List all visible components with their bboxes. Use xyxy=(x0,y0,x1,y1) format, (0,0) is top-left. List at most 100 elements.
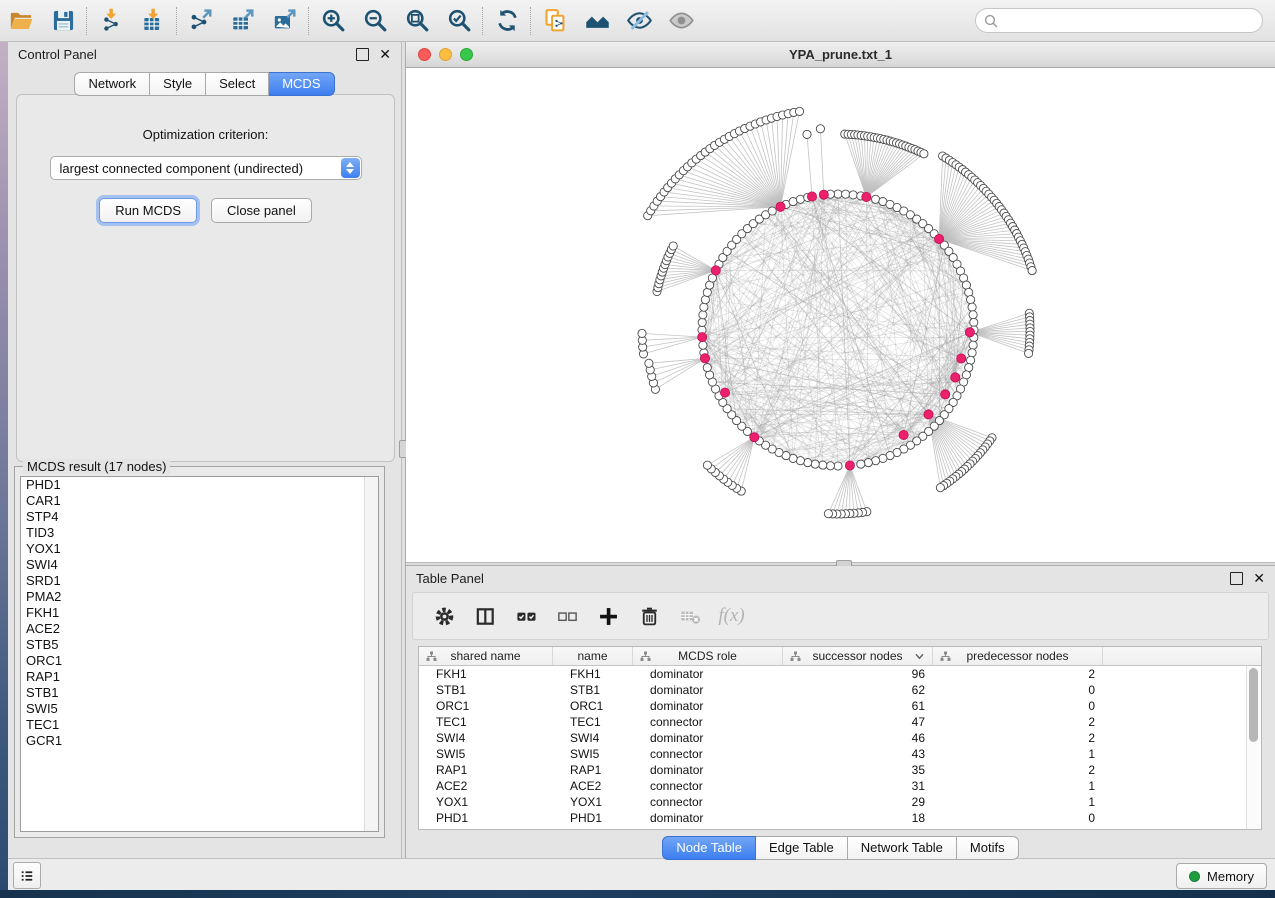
mcds-result-item[interactable]: PMA2 xyxy=(21,589,378,605)
table-cell[interactable]: 2 xyxy=(933,731,1103,745)
table-cell[interactable]: FKH1 xyxy=(553,667,633,681)
table-cell[interactable]: dominator xyxy=(633,683,783,697)
graph-node[interactable] xyxy=(803,130,811,138)
table-cell[interactable]: 1 xyxy=(933,747,1103,761)
tab-network-table[interactable]: Network Table xyxy=(848,836,957,860)
graph-dominator-node[interactable] xyxy=(700,354,709,363)
refresh-icon[interactable] xyxy=(486,0,528,42)
table-cell[interactable]: dominator xyxy=(633,763,783,777)
graph-dominator-node[interactable] xyxy=(750,433,759,442)
table-cell[interactable]: SWI5 xyxy=(419,747,553,761)
first-neighbors-icon[interactable] xyxy=(576,0,618,42)
optimization-criterion-select[interactable]: largest connected component (undirected) xyxy=(50,156,362,180)
graph-node[interactable] xyxy=(969,341,977,349)
table-cell[interactable]: 31 xyxy=(783,779,933,793)
table-row[interactable]: PHD1PHD1dominator180 xyxy=(419,810,1261,826)
table-scrollbar-track[interactable] xyxy=(1246,666,1261,829)
table-cell[interactable]: 61 xyxy=(783,699,933,713)
tab-select[interactable]: Select xyxy=(206,72,269,96)
import-network-icon[interactable] xyxy=(90,0,132,42)
graph-node[interactable] xyxy=(703,364,711,372)
table-cell[interactable]: YOX1 xyxy=(419,795,553,809)
graph-node[interactable] xyxy=(699,341,707,349)
graph-node[interactable] xyxy=(645,359,653,367)
graph-node[interactable] xyxy=(967,296,975,304)
table-cell[interactable]: 1 xyxy=(933,795,1103,809)
table-cell[interactable]: connector xyxy=(633,747,783,761)
table-cell[interactable]: 0 xyxy=(933,811,1103,825)
table-cell[interactable]: 2 xyxy=(933,763,1103,777)
graph-dominator-node[interactable] xyxy=(957,354,966,363)
table-cell[interactable]: 46 xyxy=(783,731,933,745)
close-panel-button[interactable]: Close panel xyxy=(211,198,312,223)
zoom-out-icon[interactable] xyxy=(354,0,396,42)
graph-dominator-node[interactable] xyxy=(776,202,785,211)
table-cell[interactable]: PHD1 xyxy=(419,811,553,825)
graph-node[interactable] xyxy=(968,303,976,311)
column-header-predecessor-nodes[interactable]: predecessor nodes xyxy=(933,647,1103,665)
mcds-result-item[interactable]: STB1 xyxy=(21,685,378,701)
table-cell[interactable]: RAP1 xyxy=(419,763,553,777)
graph-node[interactable] xyxy=(1025,349,1033,357)
graph-node[interactable] xyxy=(700,303,708,311)
mcds-result-item[interactable]: SWI4 xyxy=(21,557,378,573)
graph-node[interactable] xyxy=(864,459,872,467)
mcds-result-item[interactable]: RAP1 xyxy=(21,669,378,685)
zoom-fit-icon[interactable] xyxy=(396,0,438,42)
graph-node[interactable] xyxy=(1028,267,1036,275)
column-settings-gear-icon[interactable] xyxy=(425,596,464,636)
table-cell[interactable]: dominator xyxy=(633,811,783,825)
table-cell[interactable]: 43 xyxy=(783,747,933,761)
graph-node[interactable] xyxy=(920,150,928,158)
graph-node[interactable] xyxy=(811,460,819,468)
table-cell[interactable]: connector xyxy=(633,715,783,729)
table-cell[interactable]: dominator xyxy=(633,731,783,745)
table-cell[interactable]: FKH1 xyxy=(419,667,553,681)
graph-node[interactable] xyxy=(703,461,711,469)
zoom-in-icon[interactable] xyxy=(312,0,354,42)
graph-dominator-node[interactable] xyxy=(862,192,871,201)
table-row[interactable]: YOX1YOX1connector291 xyxy=(419,794,1261,810)
graph-node[interactable] xyxy=(968,349,976,357)
column-header-shared-name[interactable]: shared name xyxy=(419,647,553,665)
table-cell[interactable]: PHD1 xyxy=(553,811,633,825)
mcds-result-item[interactable]: SRD1 xyxy=(21,573,378,589)
network-canvas[interactable] xyxy=(406,68,1275,562)
mcds-result-item[interactable]: GCR1 xyxy=(21,733,378,749)
mcds-result-item[interactable]: STB5 xyxy=(21,637,378,653)
select-all-checkboxes-icon[interactable] xyxy=(507,596,546,636)
table-cell[interactable]: ACE2 xyxy=(553,779,633,793)
delete-table-icon[interactable] xyxy=(671,596,710,636)
show-all-icon[interactable] xyxy=(660,0,702,42)
export-image-icon[interactable] xyxy=(264,0,306,42)
mcds-result-item[interactable]: TEC1 xyxy=(21,717,378,733)
table-row[interactable]: SWI5SWI5connector431 xyxy=(419,746,1261,762)
table-cell[interactable]: 2 xyxy=(933,667,1103,681)
open-file-icon[interactable] xyxy=(0,0,42,42)
mcds-result-item[interactable]: ACE2 xyxy=(21,621,378,637)
table-cell[interactable]: 1 xyxy=(933,779,1103,793)
table-cell[interactable]: ORC1 xyxy=(553,699,633,713)
graph-dominator-node[interactable] xyxy=(941,390,950,399)
run-mcds-button[interactable]: Run MCDS xyxy=(99,198,197,223)
graph-node[interactable] xyxy=(826,462,834,470)
graph-node[interactable] xyxy=(638,329,646,337)
graph-node[interactable] xyxy=(834,190,842,198)
float-table-panel-icon[interactable] xyxy=(1230,572,1243,585)
mcds-result-item[interactable]: PHD1 xyxy=(21,477,378,493)
import-table-icon[interactable] xyxy=(132,0,174,42)
table-row[interactable]: TEC1TEC1connector472 xyxy=(419,714,1261,730)
tab-mcds[interactable]: MCDS xyxy=(269,72,334,96)
tab-network[interactable]: Network xyxy=(74,72,150,96)
graph-node[interactable] xyxy=(842,190,850,198)
table-cell[interactable]: 29 xyxy=(783,795,933,809)
table-cell[interactable]: 47 xyxy=(783,715,933,729)
export-table-icon[interactable] xyxy=(222,0,264,42)
graph-node[interactable] xyxy=(849,191,857,199)
tab-motifs[interactable]: Motifs xyxy=(957,836,1019,860)
graph-dominator-node[interactable] xyxy=(899,430,908,439)
table-cell[interactable]: ACE2 xyxy=(419,779,553,793)
table-cell[interactable]: SWI5 xyxy=(553,747,633,761)
table-cell[interactable]: TEC1 xyxy=(553,715,633,729)
table-cell[interactable]: STB1 xyxy=(419,683,553,697)
